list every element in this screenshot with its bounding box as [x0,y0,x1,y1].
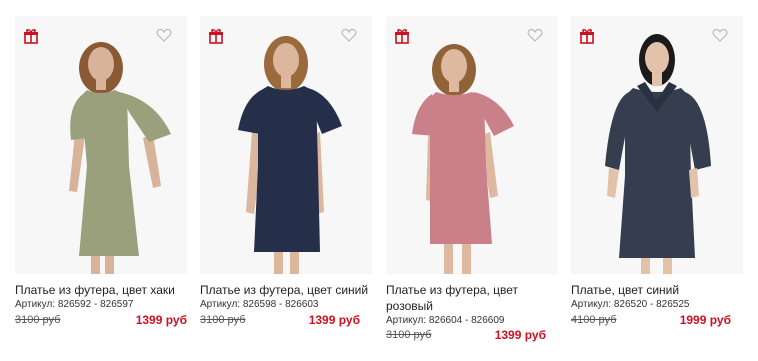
favorite-heart-icon[interactable] [527,27,543,43]
old-price: 3100 руб [386,329,432,341]
product-image[interactable] [571,16,743,274]
product-sku: Артикул: 826592 - 826597 [15,299,134,310]
model-leg-left [91,254,100,274]
dress-sleeve-left [238,90,264,134]
model-neck [281,74,291,88]
model-leg-left [444,240,453,274]
product-sku: Артикул: 826604 - 826609 [386,315,505,326]
product-image[interactable] [386,16,558,274]
gift-icon [208,28,224,44]
model-neck [96,78,106,90]
model-face [645,42,669,74]
model-arm-right [143,134,161,188]
model-face [273,43,299,77]
product-image[interactable] [200,16,372,274]
sale-price: 1399 руб [308,313,360,327]
old-price: 4100 руб [571,314,617,326]
model-leg-right [462,240,471,274]
model-face [88,47,114,81]
favorite-heart-icon[interactable] [712,27,728,43]
sale-price: 1399 руб [494,328,546,342]
dress-sleeve-left [70,94,87,140]
product-image[interactable] [15,16,187,274]
gift-icon [579,28,595,44]
favorite-heart-icon[interactable] [341,27,357,43]
favorite-heart-icon[interactable] [156,27,172,43]
old-price: 3100 руб [15,314,61,326]
model-leg-left [641,256,650,274]
dress [619,88,695,258]
product-card[interactable]: Платье из футера, цвет синий Артикул: 82… [200,0,372,361]
model-face [441,49,467,83]
dress [79,90,139,256]
product-sku: Артикул: 826520 - 826525 [571,299,690,310]
sale-price: 1999 руб [679,313,731,327]
model-neck [449,80,459,92]
product-title[interactable]: Платье, цвет синий [571,282,743,298]
sale-price: 1399 руб [135,313,187,327]
gift-icon [394,28,410,44]
model-neck [652,72,662,86]
product-card[interactable]: Платье из футера, цвет розовый Артикул: … [386,0,558,361]
model-leg-right [663,256,672,274]
old-price: 3100 руб [200,314,246,326]
gift-icon [23,28,39,44]
model-arm-left [69,134,85,192]
product-title[interactable]: Платье из футера, цвет хаки [15,282,187,298]
product-card[interactable]: Платье из футера, цвет хаки Артикул: 826… [15,0,187,361]
product-title[interactable]: Платье из футера, цвет розовый [386,282,518,314]
product-title[interactable]: Платье из футера, цвет синий [200,282,372,298]
dress-sleeve-left [412,94,436,136]
model-hand-left [607,168,619,198]
product-card[interactable]: Платье, цвет синий Артикул: 826520 - 826… [571,0,743,361]
model-leg-right [105,254,114,274]
product-sku: Артикул: 826598 - 826603 [200,299,319,310]
